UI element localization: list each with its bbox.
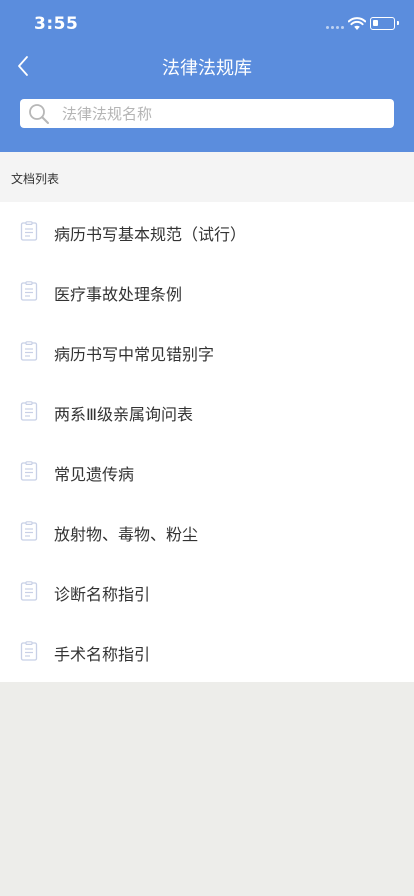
section-header: 文档列表: [0, 152, 414, 202]
list-item[interactable]: 诊断名称指引: [0, 562, 414, 622]
list-item[interactable]: 医疗事故处理条例: [0, 262, 414, 322]
list-item-label: 病历书写中常见错别字: [54, 345, 215, 364]
search-input[interactable]: [62, 99, 382, 128]
document-icon: [20, 401, 38, 421]
app-header: 3:55 法律法规库: [0, 0, 414, 152]
list-item-label: 两系Ⅲ级亲属询问表: [54, 405, 194, 424]
list-item[interactable]: 病历书写中常见错别字: [0, 322, 414, 382]
list-item-label: 手术名称指引: [54, 645, 151, 664]
document-icon: [20, 341, 38, 361]
list-item[interactable]: 病历书写基本规范（试行）: [0, 202, 414, 262]
document-icon: [20, 281, 38, 301]
page-title: 法律法规库: [162, 58, 252, 79]
document-icon: [20, 581, 38, 601]
list-item-label: 放射物、毒物、粉尘: [54, 525, 199, 544]
list-item[interactable]: 手术名称指引: [0, 622, 414, 682]
search-bar[interactable]: [20, 99, 394, 128]
status-time: 3:55: [34, 14, 79, 34]
document-icon: [20, 461, 38, 481]
list-item-label: 诊断名称指引: [54, 585, 151, 604]
list-item-label: 医疗事故处理条例: [54, 285, 183, 304]
status-bar: 3:55: [0, 0, 414, 48]
list-item[interactable]: 放射物、毒物、粉尘: [0, 502, 414, 562]
list-item[interactable]: 常见遗传病: [0, 442, 414, 502]
list-item-label: 病历书写基本规范（试行）: [54, 225, 247, 244]
document-icon: [20, 521, 38, 541]
document-icon: [20, 221, 38, 241]
list-item[interactable]: 两系Ⅲ级亲属询问表: [0, 382, 414, 442]
list-item-label: 常见遗传病: [54, 465, 135, 484]
document-icon: [20, 641, 38, 661]
document-list: 病历书写基本规范（试行） 医疗事故处理条例 病历书写中常见错别字 两系Ⅲ级亲属询…: [0, 202, 414, 682]
battery-icon: [370, 17, 399, 30]
wifi-icon: [348, 17, 366, 30]
section-title: 文档列表: [11, 172, 60, 186]
cellular-signal-icon: [326, 24, 346, 30]
search-icon: [29, 104, 49, 124]
